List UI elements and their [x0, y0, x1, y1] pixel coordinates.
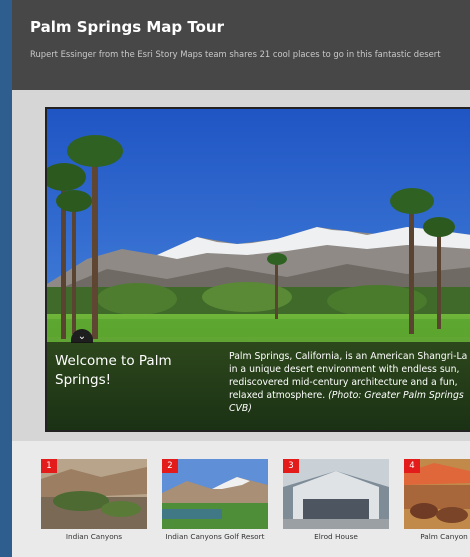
page-title: Palm Springs Map Tour	[30, 18, 224, 36]
thumbnail-label: Indian Canyons Golf Resort	[165, 532, 265, 541]
caption-panel: Welcome to Palm Springs! Palm Springs, C…	[47, 342, 470, 430]
thumbnail-item-2[interactable]: 2	[162, 459, 268, 529]
page-subtitle: Rupert Essinger from the Esri Story Maps…	[30, 49, 441, 59]
thumbnail-number: 3	[283, 459, 299, 473]
thumbnail-item-3[interactable]: 3	[283, 459, 389, 529]
thumbnail-label: Palm Canyon	[420, 532, 468, 541]
thumbnail-number: 1	[41, 459, 57, 473]
thumbnail-carousel: 1 Indian Canyons 2 Indian Canyons Golf R…	[12, 441, 470, 557]
map-tour-app: Palm Springs Map Tour Rupert Essinger fr…	[12, 0, 470, 557]
caption-text: Palm Springs, California, is an American…	[229, 350, 469, 415]
thumbnail-number: 2	[162, 459, 178, 473]
caption-title: Welcome to Palm Springs!	[55, 353, 172, 388]
thumbnail-item-4[interactable]: 4	[404, 459, 470, 529]
thumbnail-label: Indian Canyons	[65, 532, 123, 541]
thumbnail-number: 4	[404, 459, 420, 473]
header: Palm Springs Map Tour Rupert Essinger fr…	[12, 0, 470, 90]
chevron-down-icon: ⌄	[77, 331, 87, 342]
thumbnail-item-1[interactable]: 1	[41, 459, 147, 529]
thumbnail-label: Elrod House	[314, 532, 358, 541]
feature-photo-viewer: ⌄ Welcome to Palm Springs! Palm Springs,…	[45, 107, 470, 432]
